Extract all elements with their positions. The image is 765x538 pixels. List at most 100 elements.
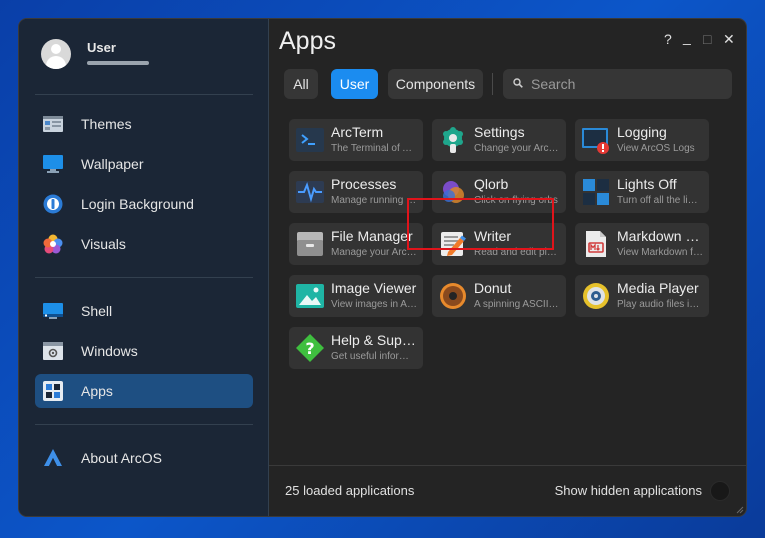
- app-tile-qlorb[interactable]: Qlorb Click on flying orbs: [432, 171, 566, 213]
- app-name: Image Viewer: [331, 280, 417, 296]
- app-tile-lights-off[interactable]: Lights Off Turn off all the lights: [575, 171, 709, 213]
- arcos-logo-icon: [44, 449, 62, 466]
- app-tile-image-viewer[interactable]: Image Viewer View images in ArcOS: [289, 275, 423, 317]
- main-panel: Apps ? _ □ ✕ All User Components Search …: [269, 19, 746, 516]
- user-profile[interactable]: User: [41, 39, 241, 71]
- apps-window: User Themes Wallpaper Login Background V…: [18, 18, 747, 517]
- shell-icon: [43, 303, 63, 319]
- show-hidden-label: Show hidden applications: [554, 483, 702, 498]
- filter-all-button[interactable]: All: [284, 69, 318, 99]
- resize-grip-icon[interactable]: [736, 506, 744, 514]
- app-tile-file-manager[interactable]: File Manager Manage your ArcOS files: [289, 223, 423, 265]
- app-name: Logging: [617, 124, 667, 140]
- logging-icon: [582, 128, 609, 154]
- sidebar-item-label: Visuals: [81, 236, 126, 252]
- app-name: Writer: [474, 228, 512, 244]
- app-name: File Manager: [331, 228, 413, 244]
- sidebar-item-label: Windows: [81, 343, 138, 359]
- sidebar-divider: [35, 94, 253, 95]
- media-player-icon: [583, 283, 609, 309]
- show-hidden-toggle[interactable]: [710, 481, 730, 501]
- app-name: Lights Off: [617, 176, 677, 192]
- app-description: Play audio files in ArcOS: [617, 299, 703, 310]
- maximize-button[interactable]: □: [703, 31, 711, 47]
- app-tile-media-player[interactable]: Media Player Play audio files in ArcOS: [575, 275, 709, 317]
- lights-off-icon: [583, 179, 609, 205]
- themes-icon: [43, 116, 63, 132]
- terminal-icon: [296, 128, 324, 152]
- filter-components-button[interactable]: Components: [388, 69, 483, 99]
- app-description: Read and edit plain text: [474, 247, 560, 258]
- image-viewer-icon: [296, 284, 324, 308]
- help-icon: ?: [296, 334, 324, 362]
- footer: 25 loaded applications Show hidden appli…: [269, 465, 746, 516]
- app-name: Qlorb: [474, 176, 509, 192]
- wallpaper-icon: [43, 155, 63, 173]
- svg-text:?: ?: [305, 339, 314, 358]
- app-description: View ArcOS Logs: [617, 143, 695, 154]
- sidebar-item-apps[interactable]: Apps: [35, 374, 253, 408]
- loaded-apps-count: 25 loaded applications: [285, 483, 415, 498]
- sidebar-item-shell[interactable]: Shell: [35, 294, 253, 328]
- apps-icon: [43, 381, 63, 401]
- markdown-icon: [586, 231, 606, 257]
- app-tile-help-support[interactable]: ? Help & Support Get useful information: [289, 327, 423, 369]
- minimize-button[interactable]: _: [683, 29, 691, 45]
- app-description: Manage your ArcOS files: [331, 247, 417, 258]
- app-description: View Markdown files: [617, 247, 703, 258]
- qlorb-icon: [443, 181, 464, 203]
- file-manager-icon: [297, 232, 323, 256]
- app-description: Click on flying orbs: [474, 195, 558, 206]
- app-tile-markdown[interactable]: Markdown Viewer View Markdown files: [575, 223, 709, 265]
- app-name: Processes: [331, 176, 397, 192]
- settings-icon: [443, 127, 463, 153]
- sidebar-item-windows[interactable]: Windows: [35, 334, 253, 368]
- close-button[interactable]: ✕: [723, 31, 735, 48]
- processes-icon: [296, 181, 324, 203]
- app-tile-writer[interactable]: Writer Read and edit plain text: [432, 223, 566, 265]
- app-grid: ArcTerm The Terminal of ArcOS Settings C…: [289, 119, 719, 379]
- app-tile-donut[interactable]: Donut A spinning ASCII donut: [432, 275, 566, 317]
- page-title: Apps: [279, 27, 336, 55]
- app-tile-processes[interactable]: Processes Manage running processes: [289, 171, 423, 213]
- app-description: View images in ArcOS: [331, 299, 417, 310]
- writer-icon: [441, 232, 466, 256]
- sidebar-item-login-background[interactable]: Login Background: [35, 187, 253, 221]
- filter-user-button[interactable]: User: [331, 69, 378, 99]
- user-name: User: [87, 40, 116, 55]
- search-box[interactable]: [503, 69, 732, 99]
- app-description: Turn off all the lights: [617, 195, 703, 206]
- help-button[interactable]: ?: [664, 31, 672, 47]
- app-tile-settings[interactable]: Settings Change your ArcOS settings: [432, 119, 566, 161]
- app-description: The Terminal of ArcOS: [331, 143, 417, 154]
- sidebar-item-about-arcos[interactable]: About ArcOS: [35, 441, 253, 475]
- windows-icon: [43, 342, 63, 360]
- sidebar-item-label: Login Background: [81, 196, 194, 212]
- sidebar-item-themes[interactable]: Themes: [35, 107, 253, 141]
- sidebar-item-label: Shell: [81, 303, 113, 319]
- app-name: Help & Support: [331, 332, 419, 348]
- sidebar-item-label: Themes: [81, 116, 132, 132]
- app-name: Donut: [474, 280, 512, 296]
- donut-icon: [440, 283, 466, 309]
- sidebar: User Themes Wallpaper Login Background V…: [19, 19, 269, 516]
- app-description: A spinning ASCII donut: [474, 299, 560, 310]
- sidebar-divider: [35, 424, 253, 425]
- visuals-icon: [43, 234, 63, 254]
- app-tile-logging[interactable]: Logging View ArcOS Logs: [575, 119, 709, 161]
- login-background-icon: [43, 194, 63, 214]
- sidebar-item-label: Wallpaper: [81, 156, 144, 172]
- sidebar-item-visuals[interactable]: Visuals: [35, 227, 253, 261]
- app-description: Change your ArcOS settings: [474, 143, 560, 154]
- user-status-bar: [87, 61, 149, 65]
- app-tile-arcterm[interactable]: ArcTerm The Terminal of ArcOS: [289, 119, 423, 161]
- app-name: ArcTerm: [331, 124, 384, 140]
- sidebar-divider: [35, 277, 253, 278]
- app-name: Markdown Viewer: [617, 228, 705, 244]
- sidebar-item-label: About ArcOS: [81, 450, 162, 466]
- filter-divider: [492, 73, 493, 95]
- search-icon: [513, 78, 523, 88]
- sidebar-item-wallpaper[interactable]: Wallpaper: [35, 147, 253, 181]
- search-input[interactable]: [531, 69, 721, 99]
- app-description: Manage running processes: [331, 195, 417, 206]
